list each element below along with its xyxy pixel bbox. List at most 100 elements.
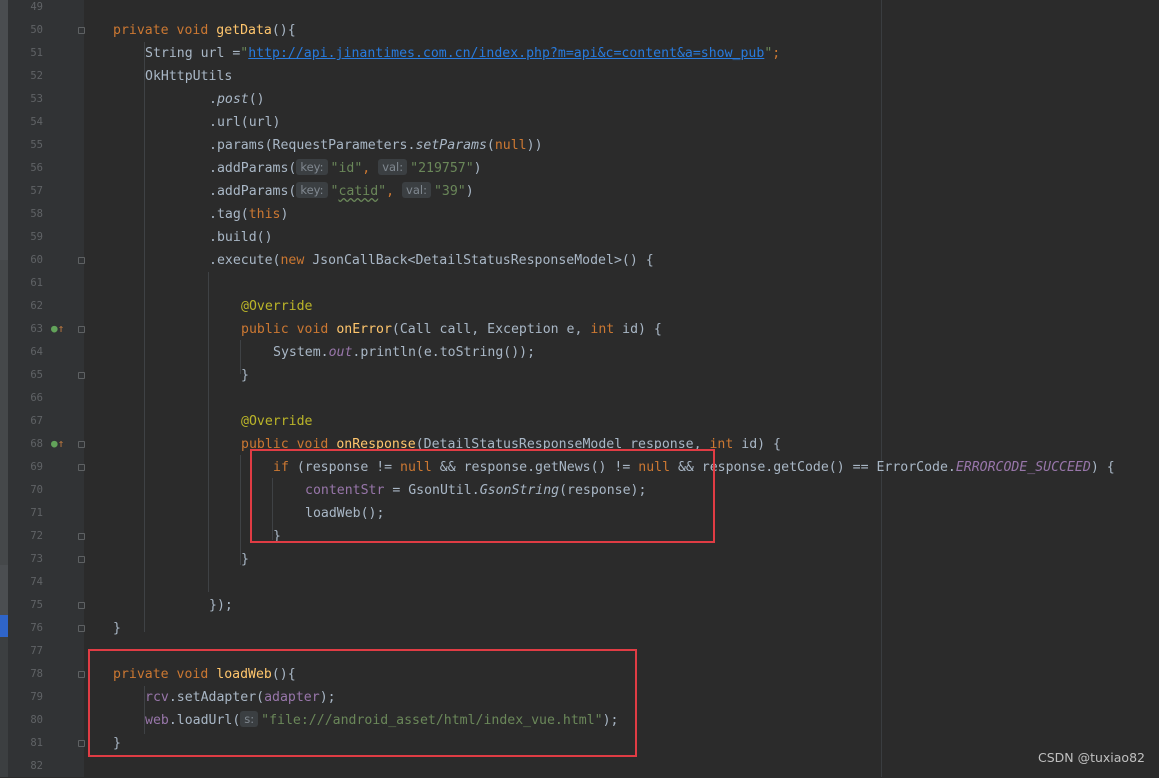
line-number: 72	[30, 530, 43, 542]
parameter-hint: val:	[378, 159, 408, 175]
line-number: 74	[30, 576, 43, 588]
line-number: 67	[30, 415, 43, 427]
code-line[interactable]: String url ="http://api.jinantimes.com.c…	[145, 42, 780, 65]
code-line[interactable]: .post()	[209, 88, 265, 111]
code-text: .addParams(	[209, 161, 297, 176]
line-number: 82	[30, 760, 43, 772]
strip-segment	[0, 565, 8, 615]
code-text: ) {	[1090, 460, 1115, 475]
code-text: .	[209, 92, 217, 107]
code-line[interactable]: });	[209, 594, 233, 617]
code-text: String url =	[145, 46, 241, 61]
parameter-hint: key:	[296, 159, 328, 175]
line-number: 64	[30, 346, 43, 358]
line-number: 77	[30, 645, 43, 657]
code-text: )	[465, 184, 474, 199]
code-text: .execute(	[209, 253, 281, 268]
override-method-icon[interactable]: ●↑	[51, 323, 64, 335]
parameter-hint: key:	[296, 182, 328, 198]
code-text: ()	[248, 92, 265, 107]
code-text: }	[241, 552, 249, 567]
code-line[interactable]: .build()	[209, 226, 273, 249]
code-text: )	[473, 161, 482, 176]
code-text: ))	[526, 138, 543, 153]
annotation: @Override	[241, 299, 313, 314]
line-number: 81	[30, 737, 43, 749]
line-number: 80	[30, 714, 43, 726]
code-text: id) {	[733, 437, 781, 452]
strip-active-segment[interactable]	[0, 615, 8, 637]
keyword: void	[176, 23, 209, 38]
line-number: 69	[30, 461, 43, 473]
code-text: System.	[273, 345, 329, 360]
line-number: 53	[30, 93, 43, 105]
line-number: 78	[30, 668, 43, 680]
line-number: 66	[30, 392, 43, 404]
code-line[interactable]: System.out.println(e.toString());	[273, 341, 535, 364]
override-method-icon[interactable]: ●↑	[51, 438, 64, 450]
line-number: 57	[30, 185, 43, 197]
url-link[interactable]: http://api.jinantimes.com.cn/index.php?m…	[248, 46, 764, 61]
line-number: 75	[30, 599, 43, 611]
code-line[interactable]: @Override	[241, 410, 312, 433]
string-literal: "219757"	[410, 161, 474, 176]
code-text: });	[209, 598, 233, 613]
string-literal: "39"	[433, 184, 466, 199]
code-text: .tag(	[209, 207, 249, 222]
line-number: 59	[30, 231, 43, 243]
line-number: 73	[30, 553, 43, 565]
line-number: 58	[30, 208, 43, 220]
keyword: public	[241, 322, 289, 337]
editor-gutter: 49 50 51 52 53 54 55 56 57 58 59 60 61 62 63 64 65 66 67 68…	[8, 0, 85, 777]
code-text: OkHttpUtils	[145, 69, 233, 84]
code-line[interactable]: public void onError(Call call, Exception…	[241, 318, 662, 341]
code-line[interactable]: }	[113, 617, 121, 640]
string-literal: "id"	[330, 161, 363, 176]
semicolon: ;	[772, 46, 781, 61]
code-line[interactable]: OkHttpUtils	[145, 65, 232, 88]
indent-guide	[144, 42, 145, 632]
code-text: .addParams(	[209, 184, 297, 199]
code-line[interactable]: .execute(new JsonCallBack<DetailStatusRe…	[209, 249, 654, 272]
highlight-box	[88, 649, 637, 757]
keyword: null	[494, 138, 527, 153]
code-line[interactable]: }	[241, 364, 249, 387]
code-text: .url(url)	[209, 115, 281, 130]
annotation: @Override	[241, 414, 313, 429]
method-name: getData	[216, 23, 272, 38]
keyword: this	[248, 207, 281, 222]
code-line[interactable]: @Override	[241, 295, 312, 318]
strip-segment	[0, 0, 8, 260]
line-number: 71	[30, 507, 43, 519]
code-line[interactable]: .addParams(key: "catid", val: "39")	[209, 180, 474, 203]
line-number: 56	[30, 162, 43, 174]
code-line[interactable]: }	[241, 548, 249, 571]
line-number: 60	[30, 254, 43, 266]
parameter-hint: val:	[402, 182, 431, 198]
code-text: (Call call, Exception e,	[391, 322, 591, 337]
line-number: 65	[30, 369, 43, 381]
line-number: 61	[30, 277, 43, 289]
method-call: setParams	[415, 138, 487, 153]
spellcheck-string: catid	[338, 184, 379, 199]
code-line[interactable]: .tag(this)	[209, 203, 288, 226]
method-call: post	[216, 92, 249, 107]
method-name: onError	[336, 322, 392, 337]
code-line[interactable]: private void getData(){	[113, 19, 296, 42]
line-number: 62	[30, 300, 43, 312]
keyword: private	[113, 23, 169, 38]
code-text: id) {	[614, 322, 662, 337]
keyword: int	[590, 322, 615, 337]
keyword: void	[296, 322, 329, 337]
code-line[interactable]: .url(url)	[209, 111, 280, 134]
line-number: 49	[30, 1, 43, 13]
code-text: }	[241, 368, 249, 383]
line-number: 54	[30, 116, 43, 128]
highlight-box	[250, 449, 715, 543]
line-number: 70	[30, 484, 43, 496]
comma: ,	[362, 161, 371, 176]
code-line[interactable]: .addParams(key: "id", val: "219757")	[209, 157, 482, 180]
line-number: 50	[30, 24, 43, 36]
code-line[interactable]: .params(RequestParameters.setParams(null…	[209, 134, 543, 157]
code-text: (){	[271, 23, 296, 38]
